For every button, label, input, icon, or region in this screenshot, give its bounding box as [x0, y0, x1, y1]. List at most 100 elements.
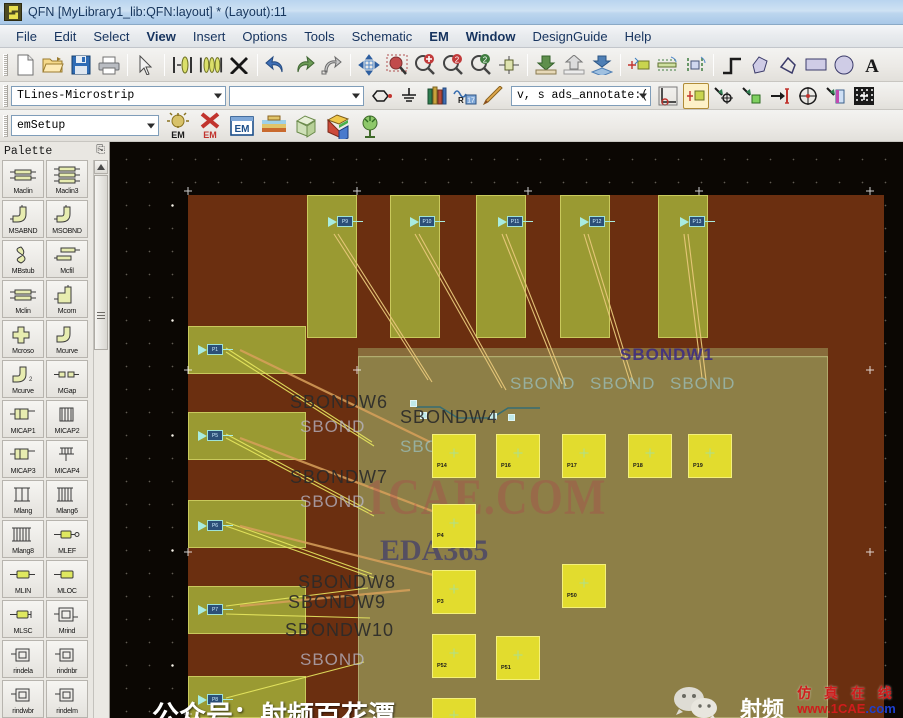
chevron-down-icon[interactable]	[214, 93, 222, 98]
zoom-area-icon[interactable]	[384, 52, 410, 78]
palette-item-maclin[interactable]: Maclin	[2, 160, 44, 198]
menu-item-edit[interactable]: Edit	[46, 27, 84, 46]
palette-item-mlef[interactable]: MLEF	[46, 520, 88, 558]
palette-item-rindelm[interactable]: rindelm	[46, 680, 88, 718]
em-stop-icon[interactable]: EM	[195, 111, 225, 140]
redo-icon[interactable]	[291, 52, 317, 78]
chevron-down-icon[interactable]	[147, 123, 155, 128]
palette-item-rindwbr[interactable]: rindwbr	[2, 680, 44, 718]
palette-item-micap1[interactable]: MICAP1	[2, 400, 44, 438]
palette-item-mcroso[interactable]: Mcroso	[2, 320, 44, 358]
wire-pencil-icon[interactable]	[480, 83, 506, 109]
port-icon[interactable]	[368, 83, 394, 109]
snap-pin-icon[interactable]	[739, 83, 765, 109]
path-icon[interactable]	[775, 52, 801, 78]
em-simulate-icon[interactable]: EM	[227, 113, 257, 139]
menu-item-help[interactable]: Help	[617, 27, 660, 46]
die-pad[interactable]: P2	[432, 698, 476, 718]
layout-port[interactable]: P11	[498, 216, 533, 227]
palette-item-mcurve[interactable]: Mcurve	[46, 320, 88, 358]
3d-viewer-icon[interactable]	[323, 113, 353, 139]
panel-splitter[interactable]	[101, 142, 110, 718]
rectangle-icon[interactable]	[803, 52, 829, 78]
palette-item-mrind[interactable]: Mrind	[46, 600, 88, 638]
em-setup-combo[interactable]: emSetup	[11, 115, 159, 136]
align-icon[interactable]	[654, 52, 680, 78]
die-pad[interactable]: P14	[432, 434, 476, 478]
library-combo[interactable]: TLines-Microstrip	[11, 85, 226, 106]
ground-icon[interactable]	[396, 83, 422, 109]
zoom-previous-icon[interactable]: 2	[468, 52, 494, 78]
zoom-full-icon[interactable]	[496, 52, 522, 78]
menu-item-em[interactable]: EM	[421, 27, 457, 46]
palette-item-maclin3[interactable]: Maclin3	[46, 160, 88, 198]
palette-item-mlang6[interactable]: Mlang6	[46, 480, 88, 518]
undo-icon[interactable]	[263, 52, 289, 78]
zoom-in-icon[interactable]	[412, 52, 438, 78]
layout-canvas[interactable]: 1CAE.COM EDA365 SBONDW6 SBOND SBONDW7 SBOND…	[110, 142, 903, 718]
palette-item-mlsc[interactable]: MLSC	[2, 600, 44, 638]
menu-item-tools[interactable]: Tools	[296, 27, 342, 46]
component-combo[interactable]	[229, 85, 364, 106]
snap-intersection-icon[interactable]	[823, 83, 849, 109]
menu-item-designguide[interactable]: DesignGuide	[524, 27, 615, 46]
3d-preview-icon[interactable]	[291, 113, 321, 139]
menu-item-file[interactable]: File	[8, 27, 45, 46]
palette-item-msobnd[interactable]: MSOBND	[46, 200, 88, 238]
em-setup-icon[interactable]: EM	[163, 111, 193, 140]
toolbar-grip[interactable]	[3, 53, 8, 76]
snap-edge-icon[interactable]	[767, 83, 793, 109]
die-pad[interactable]: P3	[432, 570, 476, 614]
chevron-down-icon[interactable]	[352, 93, 360, 98]
die-pad[interactable]: P16	[496, 434, 540, 478]
hierarchy-flatten-icon[interactable]	[589, 52, 615, 78]
die-pad[interactable]: P4	[432, 504, 476, 548]
snap-enable-icon[interactable]	[683, 82, 709, 109]
circle-icon[interactable]	[831, 52, 857, 78]
palette-item-micap4[interactable]: MICAP4	[46, 440, 88, 478]
delete-x-icon[interactable]	[226, 52, 252, 78]
layout-port[interactable]: P1	[198, 344, 233, 355]
snap-vertex-icon[interactable]	[711, 83, 737, 109]
snap-grid-icon[interactable]	[851, 83, 877, 109]
arrow-select-icon[interactable]	[133, 52, 159, 78]
layout-port[interactable]: P5	[198, 430, 233, 441]
annotate-combo[interactable]: v, s ads_annotate:(	[511, 85, 651, 106]
layout-port[interactable]: P12	[580, 216, 615, 227]
die-pad[interactable]: P18	[628, 434, 672, 478]
palette-item-mcfil[interactable]: Mcfil	[46, 240, 88, 278]
measure-icon[interactable]	[682, 52, 708, 78]
die-pad[interactable]: P51	[496, 636, 540, 680]
palette-item-mcurve[interactable]: 2 Mcurve	[2, 360, 44, 398]
new-icon[interactable]	[12, 52, 38, 78]
palette-item-rindela[interactable]: rindela	[2, 640, 44, 678]
die-pad[interactable]: P17	[562, 434, 606, 478]
menu-item-options[interactable]: Options	[234, 27, 295, 46]
layout-port[interactable]: P6	[198, 520, 233, 531]
palette-item-mclin[interactable]: Mclin	[2, 280, 44, 318]
coordinate-entry-icon[interactable]	[626, 52, 652, 78]
hierarchy-pop-icon[interactable]	[561, 52, 587, 78]
palette-item-micap3[interactable]: MICAP3	[2, 440, 44, 478]
palette-item-micap2[interactable]: MICAP2	[46, 400, 88, 438]
menu-item-schematic[interactable]: Schematic	[344, 27, 421, 46]
palette-item-mbstub[interactable]: MBstub	[2, 240, 44, 278]
insert-pin-icon[interactable]	[170, 52, 196, 78]
polyline-icon[interactable]	[719, 52, 745, 78]
text-icon[interactable]: A	[859, 52, 885, 78]
menu-item-insert[interactable]: Insert	[185, 27, 234, 46]
menu-item-select[interactable]: Select	[85, 27, 137, 46]
zoom-out-icon[interactable]: 2	[440, 52, 466, 78]
die-pad[interactable]: P19	[688, 434, 732, 478]
palette-item-mgap[interactable]: MGap	[46, 360, 88, 398]
origin-icon[interactable]	[655, 83, 681, 109]
layout-port[interactable]: P10	[410, 216, 445, 227]
palette-item-mlin[interactable]: MLIN	[2, 560, 44, 598]
substrate-editor-icon[interactable]	[259, 113, 289, 139]
layout-port[interactable]: P7	[198, 604, 233, 615]
em-results-icon[interactable]	[355, 113, 385, 139]
pan-move-icon[interactable]	[356, 52, 382, 78]
open-folder-icon[interactable]	[40, 52, 66, 78]
palette-item-mlang[interactable]: Mlang	[2, 480, 44, 518]
rotate-icon[interactable]	[319, 52, 345, 78]
